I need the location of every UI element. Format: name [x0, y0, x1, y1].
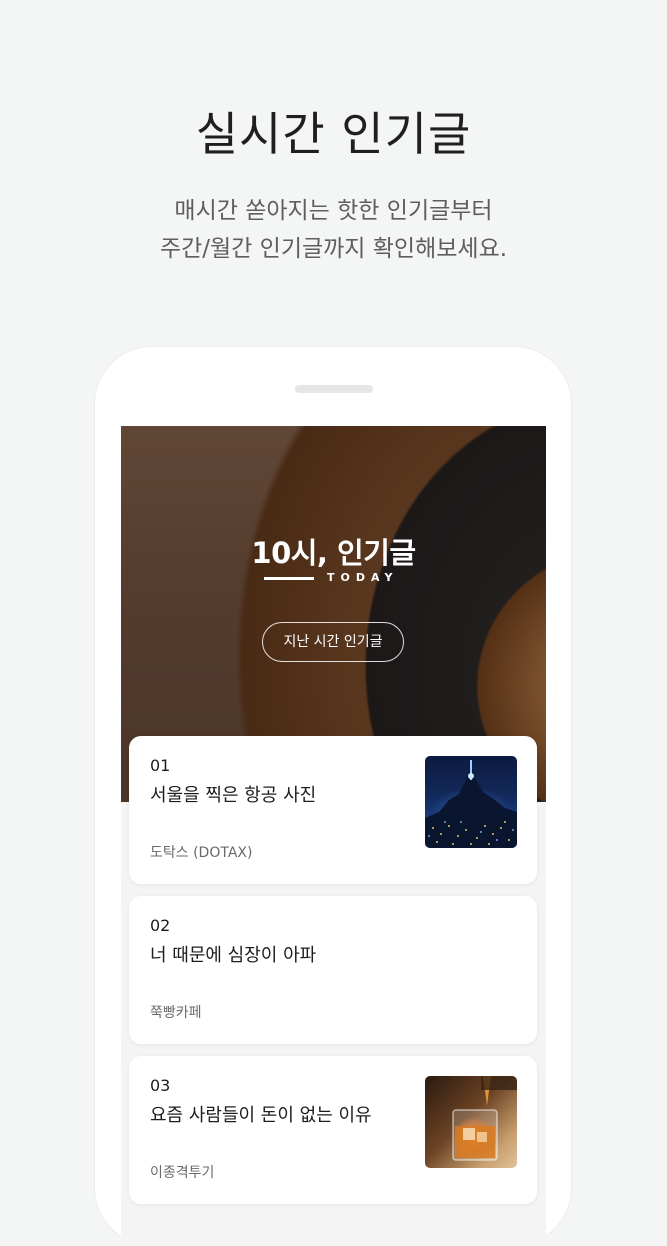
subtitle-line-2: 주간/월간 인기글까지 확인해보세요. — [159, 236, 508, 262]
post-thumbnail — [425, 756, 517, 848]
hero-title: 10시, 인기글 — [251, 536, 416, 570]
post-title: 요즘 사람들이 돈이 없는 이유 — [150, 1105, 372, 1126]
post-author: 도탁스 (DOTAX) — [150, 845, 253, 861]
night-city-photo — [425, 760, 517, 848]
hero-underline — [264, 577, 314, 580]
post-thumbnail — [425, 1076, 517, 1168]
phone-mockup: 10시, 인기글 TODAY 지난 시간 인기글 01 서울을 찍은 항공 사진… — [94, 346, 572, 1246]
past-hour-popular-button[interactable]: 지난 시간 인기글 — [262, 622, 404, 662]
phone-speaker — [295, 385, 373, 393]
hero-today-label: TODAY — [327, 571, 399, 584]
post-rank: 02 — [150, 916, 171, 935]
page-subtitle: 매시간 쏟아지는 핫한 인기글부터 주간/월간 인기글까지 확인해보세요. — [0, 192, 667, 268]
post-author: 이종격투기 — [150, 1165, 215, 1181]
post-card-1[interactable]: 01 서울을 찍은 항공 사진 도탁스 (DOTAX) — [129, 736, 537, 884]
page-headline: 실시간 인기글 — [195, 107, 472, 161]
post-title: 서울을 찍은 항공 사진 — [150, 785, 317, 806]
post-title: 너 때문에 심장이 아파 — [150, 945, 317, 966]
whiskey-drink-photo — [452, 1076, 517, 1161]
subtitle-line-1: 매시간 쏟아지는 핫한 인기글부터 — [174, 198, 493, 224]
post-card-3[interactable]: 03 요즘 사람들이 돈이 없는 이유 이종격투기 — [129, 1056, 537, 1204]
post-card-2[interactable]: 02 너 때문에 심장이 아파 쭉빵카페 — [129, 896, 537, 1044]
phone-screen: 10시, 인기글 TODAY 지난 시간 인기글 01 서울을 찍은 항공 사진… — [121, 426, 546, 1246]
post-rank: 01 — [150, 756, 171, 775]
post-rank: 03 — [150, 1076, 171, 1095]
post-author: 쭉빵카페 — [150, 1005, 202, 1021]
